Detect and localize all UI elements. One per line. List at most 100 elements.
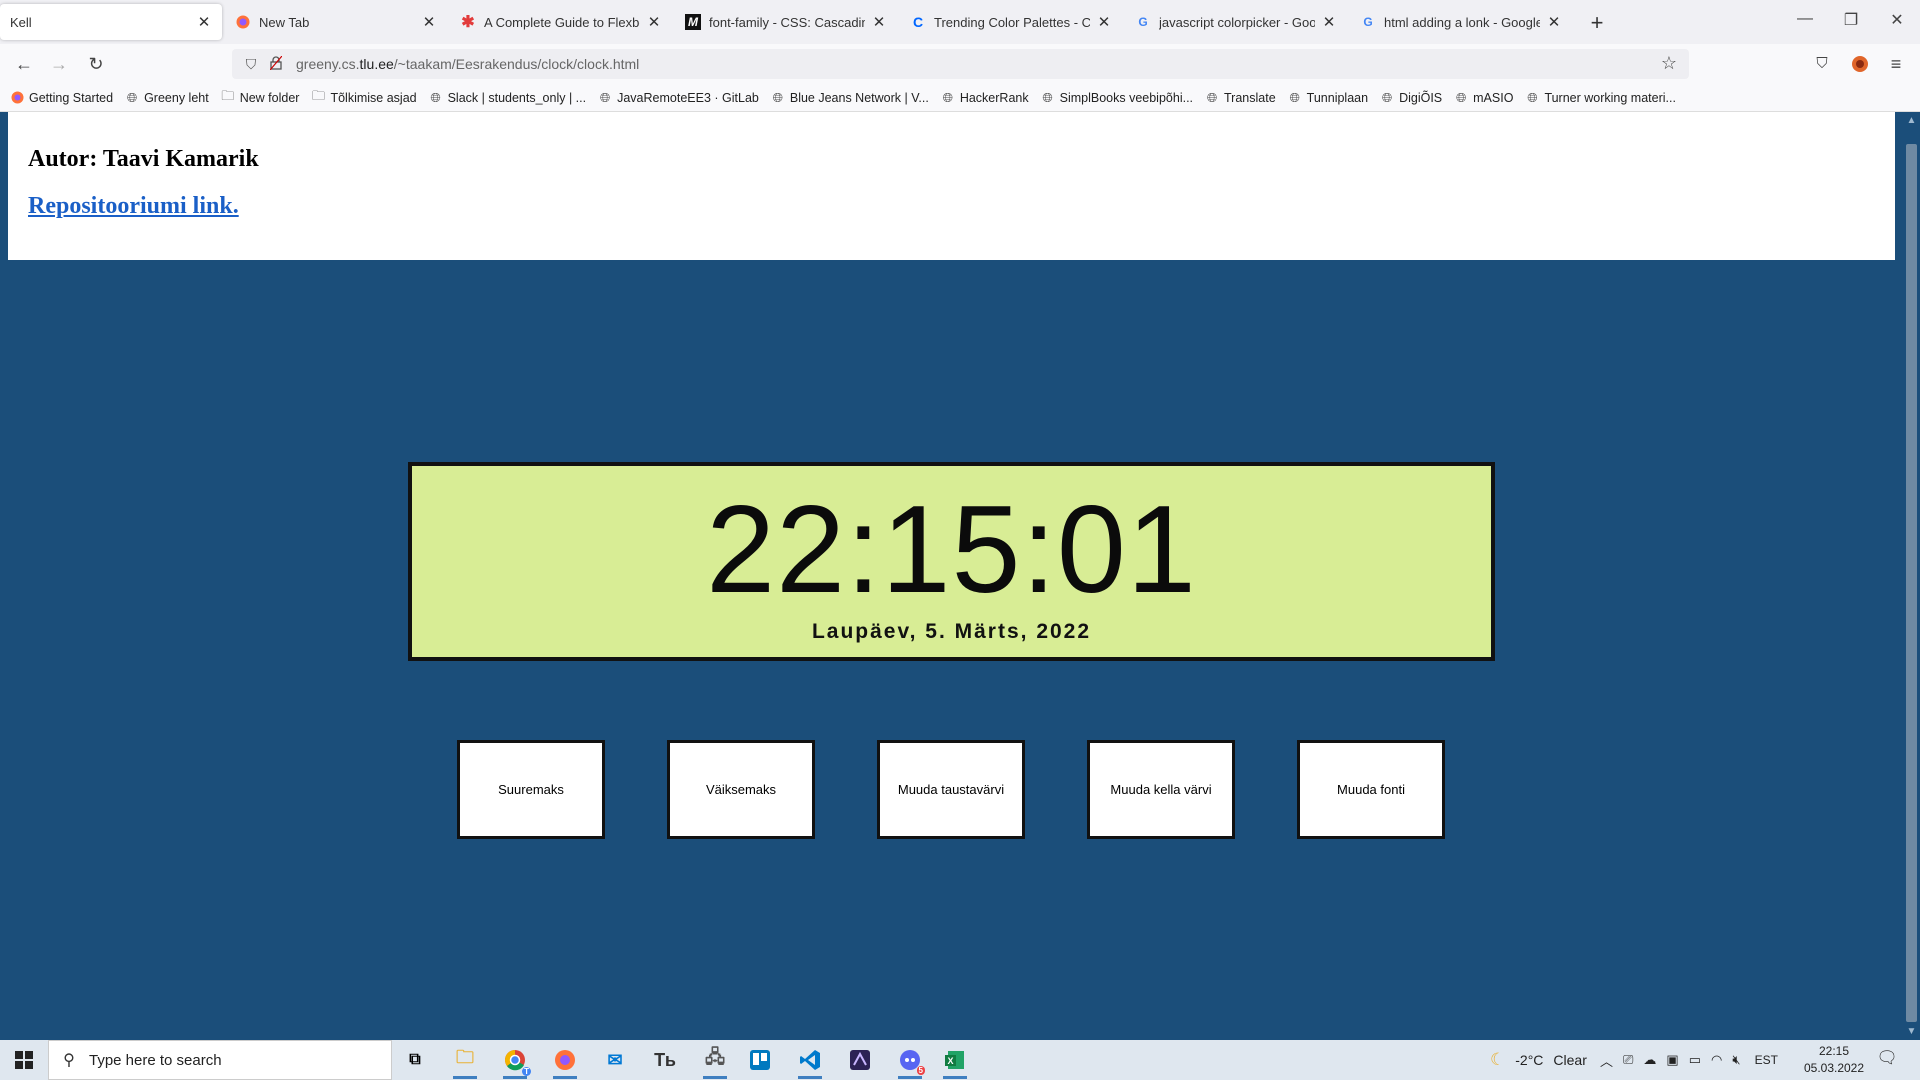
bookmark-slack[interactable]: 🌐︎ Slack | students_only | ... bbox=[429, 90, 586, 105]
onedrive-cloud-icon[interactable]: ☁ bbox=[1643, 1052, 1656, 1068]
close-tab-icon[interactable]: ✕ bbox=[1546, 13, 1562, 31]
restore-icon[interactable]: ❐ bbox=[1836, 10, 1866, 30]
close-tab-icon[interactable]: ✕ bbox=[421, 13, 437, 31]
system-time: 22:15 bbox=[1818, 1044, 1850, 1058]
tab-coolors[interactable]: C Trending Color Palettes - Coolo ✕ bbox=[900, 4, 1122, 40]
file-explorer-icon[interactable]: 🗀 bbox=[445, 1044, 485, 1079]
scroll-up-arrow-icon[interactable]: ▲ bbox=[1903, 112, 1920, 129]
google-icon: G bbox=[1138, 15, 1148, 29]
input-language[interactable]: EST bbox=[1755, 1053, 1778, 1067]
change-font-button[interactable]: Muuda fonti bbox=[1297, 740, 1445, 839]
pocket-icon[interactable]: ⛉ bbox=[1808, 52, 1836, 76]
hamburger-menu-icon[interactable]: ≡ bbox=[1882, 52, 1910, 76]
tab-html-lonk[interactable]: G html adding a lonk - Google ot ✕ bbox=[1350, 4, 1572, 40]
bookmark-tolkimise-asjad[interactable]: 🗀 Tõlkimise asjad bbox=[311, 88, 417, 105]
weather-widget[interactable]: ☾ -2°C Clear bbox=[1490, 1040, 1587, 1080]
bookmark-tunniplaan[interactable]: 🌐︎ Tunniplaan bbox=[1288, 89, 1368, 105]
insecure-lock-icon[interactable] bbox=[266, 55, 286, 73]
vertical-scrollbar[interactable]: ▲ ▼ bbox=[1903, 112, 1920, 1040]
battery-icon[interactable]: ▭ bbox=[1689, 1052, 1701, 1068]
tab-label: New Tab bbox=[259, 14, 310, 30]
firefox-icon[interactable] bbox=[545, 1044, 585, 1079]
scroll-down-arrow-icon[interactable]: ▼ bbox=[1903, 1023, 1920, 1040]
bookmark-star-icon[interactable]: ☆ bbox=[1661, 53, 1677, 74]
bookmark-getting-started[interactable]: Getting Started bbox=[10, 91, 113, 105]
windows-start-icon[interactable] bbox=[0, 1040, 48, 1080]
shield-icon[interactable]: ⛉ bbox=[236, 56, 266, 73]
chrome-profile-badge: T bbox=[522, 1067, 531, 1076]
repository-link[interactable]: Repositooriumi link. bbox=[28, 193, 239, 220]
tab-label: Kell bbox=[10, 14, 32, 30]
show-hidden-icons-chevron-icon[interactable]: ︿ bbox=[1600, 1051, 1613, 1070]
globe-icon: 🌐︎ bbox=[599, 89, 611, 105]
notification-center-icon[interactable]: 🗨︎ bbox=[1875, 1048, 1899, 1072]
close-tab-icon[interactable]: ✕ bbox=[196, 13, 212, 31]
globe-icon: 🌐︎ bbox=[1042, 89, 1053, 105]
trello-icon[interactable] bbox=[740, 1044, 780, 1076]
taskbar-search-input[interactable]: ⚲ Type here to search bbox=[48, 1040, 392, 1080]
bookmark-turner[interactable]: 🌐︎ Turner working materi... bbox=[1525, 90, 1676, 105]
bookmark-label: mASIO bbox=[1473, 90, 1514, 105]
typora-icon[interactable]: Ть bbox=[645, 1044, 685, 1076]
tab-font-family[interactable]: M font-family - CSS: Cascading St ✕ bbox=[675, 4, 897, 40]
bookmark-label: DigiÕIS bbox=[1399, 90, 1443, 105]
scrollbar-thumb[interactable] bbox=[1906, 144, 1917, 1022]
globe-icon: 🌐︎ bbox=[942, 89, 954, 105]
globe-icon: 🌐︎ bbox=[1289, 89, 1300, 105]
display-icon[interactable]: ▣ bbox=[1666, 1052, 1678, 1068]
discord-icon[interactable]: 5 bbox=[890, 1044, 930, 1079]
chrome-icon[interactable]: T bbox=[495, 1044, 535, 1079]
close-window-icon[interactable]: ✕ bbox=[1882, 10, 1912, 30]
change-background-color-button[interactable]: Muuda taustavärvi bbox=[877, 740, 1025, 839]
bookmark-simplbooks[interactable]: 🌐︎ SimplBooks veebipõhi... bbox=[1041, 89, 1193, 105]
smaller-button[interactable]: Väiksemaks bbox=[667, 740, 815, 839]
tab-javascript-colorpicker[interactable]: G javascript colorpicker - Google ✕ bbox=[1125, 4, 1347, 40]
vscode-icon[interactable] bbox=[790, 1044, 830, 1079]
bookmark-blue-jeans[interactable]: 🌐︎ Blue Jeans Network | V... bbox=[771, 90, 929, 105]
bookmark-label: HackerRank bbox=[959, 90, 1029, 105]
tab-label: javascript colorpicker - Google bbox=[1159, 14, 1315, 30]
close-tab-icon[interactable]: ✕ bbox=[1096, 13, 1112, 31]
tab-kell[interactable]: Kell ✕ bbox=[0, 4, 222, 40]
bookmark-label: Getting Started bbox=[29, 90, 114, 105]
bookmark-hackerrank[interactable]: 🌐︎ HackerRank bbox=[941, 89, 1029, 105]
new-tab-plus-icon[interactable]: + bbox=[1585, 10, 1609, 36]
excel-icon[interactable]: X bbox=[935, 1044, 975, 1079]
remote-desktop-icon[interactable]: 🖧 bbox=[695, 1044, 735, 1079]
profile-avatar-icon[interactable] bbox=[1846, 52, 1874, 76]
bookmark-masio[interactable]: 🌐︎ mASIO bbox=[1454, 90, 1514, 105]
discord-notification-badge: 5 bbox=[916, 1066, 925, 1075]
bookmark-greeny-leht[interactable]: 🌐︎ Greeny leht bbox=[125, 90, 209, 105]
bookmark-gitlab[interactable]: 🌐︎ JavaRemoteEE3 · GitLab bbox=[598, 89, 759, 105]
url-host: tlu.ee bbox=[359, 56, 394, 72]
bookmark-translate[interactable]: 🌐︎ Translate bbox=[1205, 90, 1276, 105]
bookmark-digiois[interactable]: 🌐︎ DigiÕIS bbox=[1380, 90, 1443, 105]
url-bar[interactable]: ⛉ greeny.cs.tlu.ee/~taakam/Eesrakendus/c… bbox=[232, 49, 1689, 79]
tab-flexbox-guide[interactable]: ✱ A Complete Guide to Flexbox | ✕ bbox=[450, 4, 672, 40]
url-path: /~taakam/Eesrakendus/clock/clock.html bbox=[393, 56, 640, 72]
bigger-button[interactable]: Suuremaks bbox=[457, 740, 605, 839]
author-heading: Autor: Taavi Kamarik bbox=[28, 146, 259, 172]
close-tab-icon[interactable]: ✕ bbox=[646, 13, 662, 31]
url-text[interactable]: greeny.cs.tlu.ee/~taakam/Eesrakendus/clo… bbox=[296, 56, 639, 72]
bookmark-new-folder[interactable]: 🗀 New folder bbox=[221, 88, 299, 105]
forward-arrow-icon[interactable]: → bbox=[45, 52, 73, 76]
weather-temperature: -2°C bbox=[1515, 1052, 1544, 1068]
close-tab-icon[interactable]: ✕ bbox=[1321, 13, 1337, 31]
close-tab-icon[interactable]: ✕ bbox=[871, 13, 887, 31]
reload-icon[interactable]: ↻ bbox=[82, 52, 110, 76]
system-clock[interactable]: 22:15 05.03.2022 bbox=[1798, 1043, 1870, 1077]
eclipse-icon[interactable] bbox=[840, 1044, 880, 1076]
moon-weather-icon: ☾ bbox=[1490, 1050, 1506, 1069]
wifi-icon[interactable]: ◠ bbox=[1711, 1052, 1722, 1068]
tab-new-tab[interactable]: New Tab ✕ bbox=[225, 4, 447, 40]
weather-condition: Clear bbox=[1553, 1052, 1587, 1068]
mail-icon[interactable]: ✉ bbox=[595, 1044, 635, 1076]
meet-now-icon[interactable]: ⎚ bbox=[1623, 1052, 1633, 1068]
change-clock-color-button[interactable]: Muuda kella värvi bbox=[1087, 740, 1235, 839]
firefox-icon bbox=[10, 91, 24, 105]
task-view-icon[interactable]: ⧉ bbox=[395, 1044, 435, 1076]
back-arrow-icon[interactable]: ← bbox=[10, 52, 38, 76]
speaker-muted-icon[interactable]: 🔇︎ bbox=[1732, 1052, 1740, 1068]
minimize-icon[interactable]: — bbox=[1790, 10, 1820, 28]
